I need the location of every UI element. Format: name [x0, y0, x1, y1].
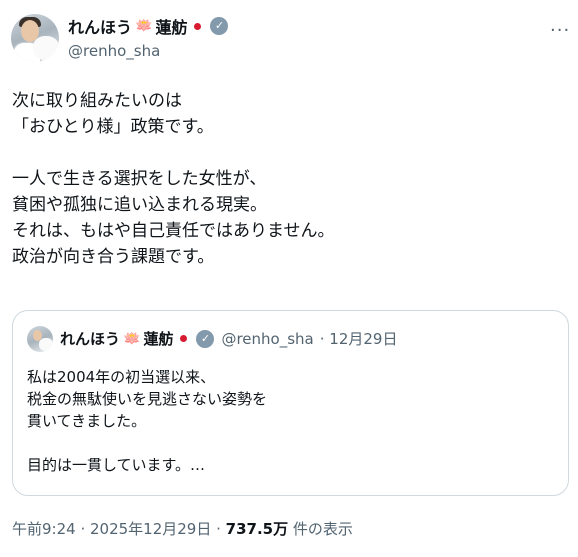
verified-badge-icon: ✓ [196, 329, 215, 348]
verified-badge-icon[interactable]: ✓ [210, 17, 229, 35]
quoted-tweet-card[interactable]: れんほう 🪷 蓮舫 ✓ @renho_sha · 12月29日 私は2004年の… [12, 310, 569, 496]
quoted-line: 貫いてきました。 [27, 412, 147, 430]
more-options-icon[interactable]: ··· [550, 20, 570, 41]
lotus-icon: 🪷 [123, 330, 141, 347]
tweet-meta: 午前9:24 · 2025年12月29日 · 737.5万 件の表示 [12, 518, 353, 539]
quoted-author-handle: @renho_sha [221, 329, 314, 348]
author-handle[interactable]: @renho_sha [68, 42, 160, 60]
quoted-tweet-text: 私は2004年の初当選以来、 税金の無駄使いを見逃さない姿勢を 貫いてきました。… [27, 366, 557, 476]
author-avatar[interactable] [11, 14, 59, 62]
quoted-author-avatar[interactable] [27, 326, 53, 352]
tweet-line: それは、もはや自己責任ではありません。 [12, 221, 335, 241]
quoted-line: 目的は一貫しています。… [27, 456, 206, 474]
quoted-tweet-header: れんほう 🪷 蓮舫 ✓ @renho_sha · 12月29日 [60, 328, 397, 349]
tweet-line: 次に取り組みたいのは [12, 91, 182, 111]
view-count-label: 件の表示 [288, 520, 353, 538]
author-name[interactable]: れんほう [68, 14, 132, 38]
tweet-line: 「おひとり様」政策です。 [12, 117, 214, 137]
tweet-line: 政治が向き合う課題です。 [12, 247, 215, 267]
tweet-timestamp[interactable]: 午前9:24 · 2025年12月29日 · [12, 520, 226, 538]
quoted-tweet-date: · 12月29日 [319, 330, 398, 348]
tweet-line: 貧困や孤独に追い込まれる現実。 [12, 195, 267, 215]
japan-flag-icon [190, 19, 205, 34]
quoted-line: 税金の無駄使いを見逃さない姿勢を [27, 390, 268, 408]
tweet-line: 一人で生きる選択をした女性が、 [12, 169, 267, 189]
view-count: 737.5万 [225, 520, 289, 538]
author-name-kanji[interactable]: 蓮舫 [155, 14, 187, 38]
quoted-line: 私は2004年の初当選以来、 [27, 368, 216, 386]
japan-flag-icon [176, 331, 191, 346]
lotus-icon: 🪷 [135, 18, 153, 34]
tweet-text: 次に取り組みたいのは 「おひとり様」政策です。 一人で生きる選択をした女性が、 … [12, 88, 568, 270]
quoted-author-name: れんほう [60, 330, 121, 348]
quoted-author-name-kanji: 蓮舫 [143, 330, 174, 348]
author-name-row[interactable]: れんほう 🪷 蓮舫 ✓ [68, 14, 229, 38]
